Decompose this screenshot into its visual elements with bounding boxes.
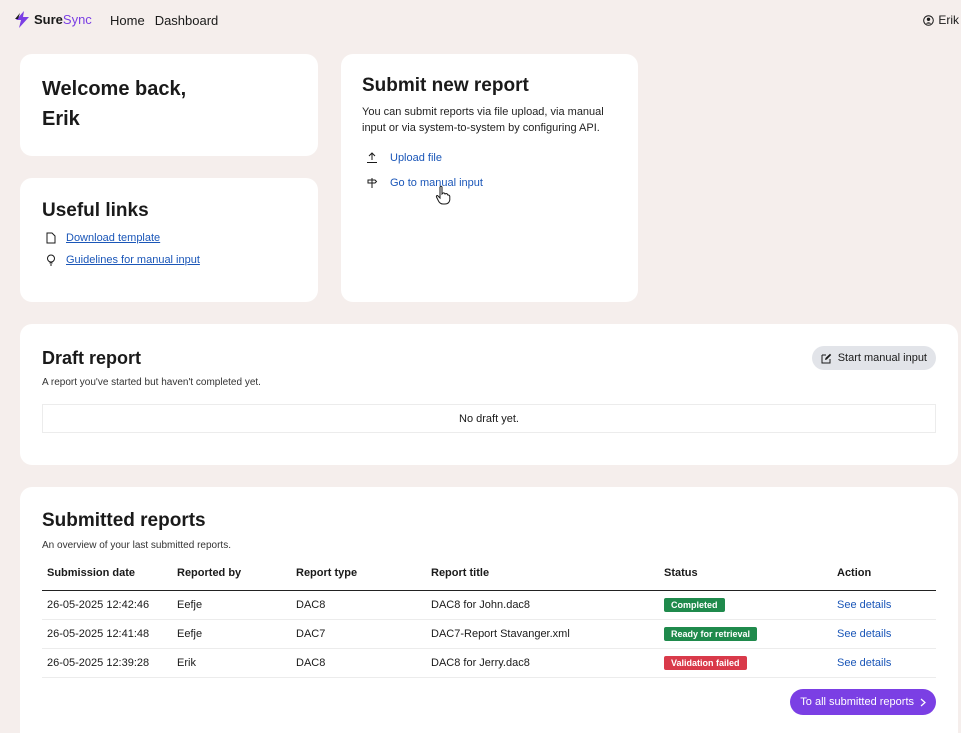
cell-report-type: DAC8 bbox=[291, 648, 426, 678]
col-report-type: Report type bbox=[291, 562, 426, 591]
col-submission-date: Submission date bbox=[42, 562, 172, 591]
manual-input-action: Go to manual input bbox=[366, 177, 617, 189]
cell-date: 26-05-2025 12:42:46 bbox=[42, 590, 172, 620]
upload-file-action: Upload file bbox=[366, 152, 617, 164]
col-action: Action bbox=[832, 562, 936, 591]
document-icon bbox=[46, 232, 56, 244]
cell-status: Validation failed bbox=[659, 648, 832, 678]
submit-report-card: Submit new report You can submit reports… bbox=[341, 54, 638, 302]
draft-report-title: Draft report bbox=[42, 348, 142, 368]
useful-links-title: Useful links bbox=[42, 200, 149, 221]
useful-link-guidelines: Guidelines for manual input bbox=[46, 254, 296, 266]
chevron-right-icon bbox=[920, 698, 926, 707]
draft-report-subtitle: A report you've started but haven't comp… bbox=[42, 377, 261, 388]
col-report-title: Report title bbox=[426, 562, 659, 591]
user-menu[interactable]: Erik bbox=[923, 13, 959, 27]
cell-status: Ready for retrieval bbox=[659, 619, 832, 649]
cell-date: 26-05-2025 12:41:48 bbox=[42, 619, 172, 649]
see-details-link[interactable]: See details bbox=[837, 628, 891, 640]
upload-file-link[interactable]: Upload file bbox=[390, 152, 442, 164]
cell-reported-by: Erik bbox=[172, 648, 291, 678]
table-header-row: Submission date Reported by Report type … bbox=[42, 562, 936, 591]
brand-logo[interactable]: Sure Sync bbox=[14, 11, 92, 28]
start-manual-input-label: Start manual input bbox=[837, 352, 927, 364]
no-draft-message: No draft yet. bbox=[42, 404, 936, 433]
see-details-link[interactable]: See details bbox=[837, 599, 891, 611]
signpost-icon bbox=[366, 177, 378, 189]
edit-icon bbox=[821, 353, 832, 364]
top-bar: Sure Sync Home Dashboard Erik bbox=[0, 0, 961, 40]
all-submitted-reports-label: To all submitted reports bbox=[800, 696, 914, 708]
table-row: 26-05-2025 12:41:48 Eefje DAC7 DAC7-Repo… bbox=[42, 619, 936, 649]
status-badge: Validation failed bbox=[664, 655, 747, 670]
cell-action: See details bbox=[832, 648, 936, 678]
cell-report-title: DAC8 for Jerry.dac8 bbox=[426, 648, 659, 678]
user-icon bbox=[923, 14, 935, 26]
main-nav: Home Dashboard bbox=[110, 13, 218, 28]
status-badge: Ready for retrieval bbox=[664, 626, 758, 641]
welcome-heading: Welcome back, bbox=[42, 78, 187, 100]
useful-link-download-template: Download template bbox=[46, 232, 296, 244]
cell-report-title: DAC7-Report Stavanger.xml bbox=[426, 619, 659, 649]
table-row: 26-05-2025 12:39:28 Erik DAC8 DAC8 for J… bbox=[42, 648, 936, 678]
start-manual-input-button[interactable]: Start manual input bbox=[811, 346, 936, 370]
brand-name-sync: Sync bbox=[62, 12, 92, 27]
submit-report-title: Submit new report bbox=[362, 75, 529, 96]
status-badge: Completed bbox=[664, 597, 725, 612]
all-submitted-reports-button[interactable]: To all submitted reports bbox=[790, 689, 936, 715]
cell-report-type: DAC7 bbox=[291, 619, 426, 649]
nav-home[interactable]: Home bbox=[110, 13, 145, 28]
upload-icon bbox=[366, 152, 378, 164]
useful-links-card: Useful links Download template Guideline… bbox=[20, 178, 318, 302]
hand-cursor-icon bbox=[435, 185, 451, 210]
col-reported-by: Reported by bbox=[172, 562, 291, 591]
welcome-user-name: Erik bbox=[42, 108, 80, 130]
submitted-reports-subtitle: An overview of your last submitted repor… bbox=[42, 540, 231, 551]
guidelines-link[interactable]: Guidelines for manual input bbox=[66, 254, 200, 266]
cell-report-type: DAC8 bbox=[291, 590, 426, 620]
download-template-link[interactable]: Download template bbox=[66, 232, 160, 244]
cell-status: Completed bbox=[659, 590, 832, 620]
submitted-reports-title: Submitted reports bbox=[42, 510, 206, 531]
user-name: Erik bbox=[938, 13, 959, 27]
submitted-reports-table: Submission date Reported by Report type … bbox=[42, 562, 936, 678]
cell-action: See details bbox=[832, 590, 936, 620]
cell-report-title: DAC8 for John.dac8 bbox=[426, 590, 659, 620]
lightbulb-icon bbox=[46, 254, 56, 266]
see-details-link[interactable]: See details bbox=[837, 657, 891, 669]
submit-report-description: You can submit reports via file upload, … bbox=[362, 106, 604, 134]
cell-reported-by: Eefje bbox=[172, 619, 291, 649]
cell-action: See details bbox=[832, 619, 936, 649]
cell-reported-by: Eefje bbox=[172, 590, 291, 620]
col-status: Status bbox=[659, 562, 832, 591]
brand-name-sure: Sure bbox=[34, 12, 63, 27]
draft-report-card: Draft report A report you've started but… bbox=[20, 324, 958, 465]
table-row: 26-05-2025 12:42:46 Eefje DAC8 DAC8 for … bbox=[42, 590, 936, 620]
submitted-reports-card: Submitted reports An overview of your la… bbox=[20, 487, 958, 733]
lightning-icon bbox=[14, 11, 31, 28]
cell-date: 26-05-2025 12:39:28 bbox=[42, 648, 172, 678]
nav-dashboard[interactable]: Dashboard bbox=[155, 13, 219, 28]
welcome-card: Welcome back, Erik bbox=[20, 54, 318, 156]
